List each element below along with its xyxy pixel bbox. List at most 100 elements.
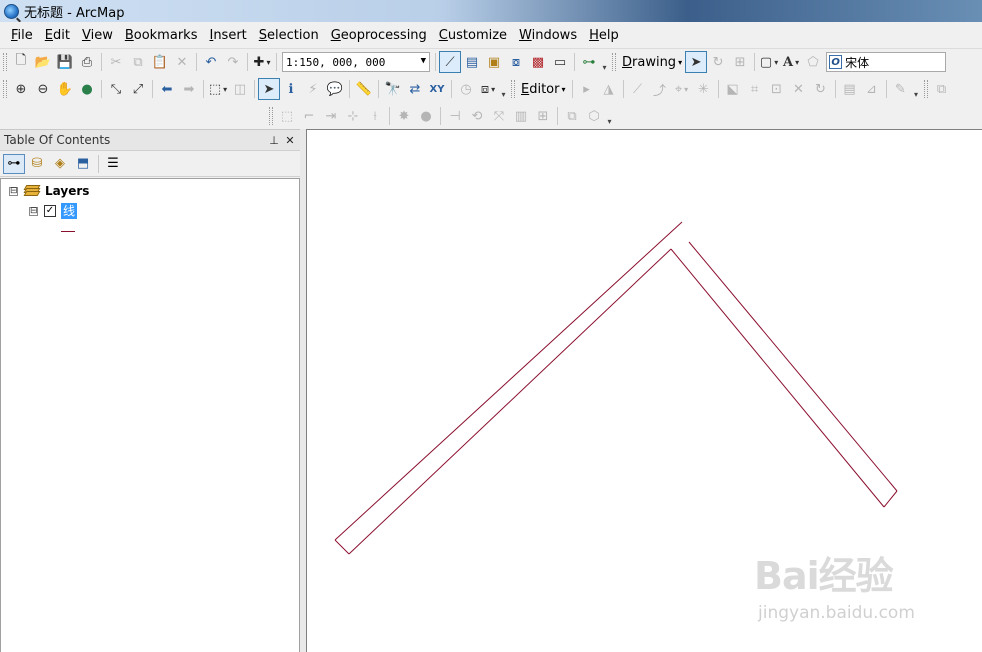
copy-features-icon[interactable]: ⬚ xyxy=(276,105,298,127)
straight-segment-icon[interactable]: ⟋ xyxy=(627,78,649,100)
select-features-icon[interactable]: ⬚ ▾ xyxy=(207,78,229,100)
open-folder-icon[interactable]: 📂 xyxy=(32,51,54,73)
editor-toolbar-icon[interactable]: ⟋ xyxy=(439,51,461,73)
split-icon[interactable]: ✕ xyxy=(788,78,810,100)
fixed-zoom-out-icon[interactable]: ⤢ xyxy=(127,78,149,100)
modelbuilder-icon[interactable]: ⊶ xyxy=(578,51,600,73)
cut-icon[interactable]: ✂ xyxy=(105,51,127,73)
go-to-xy-icon[interactable]: XY xyxy=(426,78,448,100)
select-elements-pointer-icon[interactable]: ➤ xyxy=(258,78,280,100)
new-document-icon[interactable]: 🗋 xyxy=(10,51,32,73)
chevron-down-icon[interactable]: ▼ xyxy=(421,56,426,66)
list-by-drawing-order-icon[interactable]: ⊶ xyxy=(3,153,25,174)
edit-tool-icon[interactable]: ▸ xyxy=(576,78,598,100)
toc-window-icon[interactable]: ▤ xyxy=(461,51,483,73)
menu-customize[interactable]: Customize xyxy=(433,28,513,43)
html-popup-icon[interactable]: 💬 xyxy=(324,78,346,100)
line-feature-right-end[interactable] xyxy=(883,490,898,508)
point-icon[interactable]: ✳ xyxy=(693,78,715,100)
toolbar-overflow-icon[interactable]: ▾ xyxy=(605,106,614,126)
undo-icon[interactable]: ↶ xyxy=(200,51,222,73)
forward-extent-icon[interactable]: ➡ xyxy=(178,78,200,100)
attributes-icon[interactable]: ▤ xyxy=(839,78,861,100)
align-edge-icon[interactable]: ⊣ xyxy=(444,105,466,127)
map-canvas[interactable] xyxy=(307,130,982,652)
line-feature-right-inner[interactable] xyxy=(670,248,885,508)
generalize-icon[interactable]: ⤧ xyxy=(488,105,510,127)
time-slider-icon[interactable]: ◷ xyxy=(455,78,477,100)
list-by-visibility-icon[interactable]: ◈ xyxy=(49,154,71,174)
create-features-icon[interactable]: ✎ xyxy=(890,78,912,100)
full-extent-globe-icon[interactable]: ● xyxy=(76,78,98,100)
toolbar-overflow-icon[interactable]: ▾ xyxy=(912,79,921,99)
toolbar-grip[interactable] xyxy=(3,80,7,98)
zoom-to-selected-elements-icon[interactable]: ⊞ xyxy=(729,51,751,73)
paste-icon[interactable]: 📋 xyxy=(149,51,171,73)
construct-polygons-icon[interactable]: ⧉ xyxy=(561,105,583,127)
arctoolbox-icon[interactable]: ▩ xyxy=(527,51,549,73)
layer-name-label[interactable]: 线 xyxy=(61,203,78,219)
add-data-icon[interactable]: ✚ ▾ xyxy=(251,51,273,73)
menu-help[interactable]: Help xyxy=(583,28,625,43)
smooth-icon[interactable]: ▥ xyxy=(510,105,532,127)
toolbar-grip[interactable] xyxy=(923,80,928,98)
menu-edit[interactable]: Edit xyxy=(39,28,76,43)
reshape-icon[interactable]: ⌗ xyxy=(744,78,766,100)
drawing-menu-button[interactable]: Drawing ▾ xyxy=(619,51,685,73)
trace-icon[interactable]: ⌖ ▾ xyxy=(671,78,693,100)
extend-icon[interactable]: ⇥ xyxy=(320,105,342,127)
line-intersection-icon[interactable]: ⟊ xyxy=(364,105,386,127)
hyperlink-icon[interactable]: ⚡ xyxy=(302,78,324,100)
fixed-zoom-in-icon[interactable]: ⤡ xyxy=(105,78,127,100)
trim-icon[interactable]: ⊹ xyxy=(342,105,364,127)
menu-selection[interactable]: Selection xyxy=(253,28,325,43)
menu-view[interactable]: View xyxy=(76,28,119,43)
line-feature-left-outer[interactable] xyxy=(334,221,683,541)
construct-circle-icon[interactable]: ● xyxy=(415,105,437,127)
cut-polygons-icon[interactable]: ⊡ xyxy=(766,78,788,100)
python-window-icon[interactable]: ▭ xyxy=(549,51,571,73)
menu-file[interactable]: File xyxy=(5,28,39,43)
buffer-icon[interactable]: ⬡ xyxy=(583,105,605,127)
menu-insert[interactable]: Insert xyxy=(203,28,252,43)
tree-row-layer[interactable]: ⊟ ✓ 线 xyxy=(29,202,78,220)
pin-icon[interactable]: ⊥ xyxy=(268,134,280,147)
sketch-properties-icon[interactable]: ⊿ xyxy=(861,78,883,100)
list-by-source-icon[interactable]: ⛁ xyxy=(26,154,48,174)
font-combobox[interactable]: O 宋体 xyxy=(826,52,947,72)
menu-geoprocessing[interactable]: Geoprocessing xyxy=(325,28,433,43)
delete-icon[interactable]: ✕ xyxy=(171,51,193,73)
end-point-arc-icon[interactable]: ⤴ xyxy=(649,78,671,100)
redo-icon[interactable]: ↷ xyxy=(222,51,244,73)
line-feature-right-outer[interactable] xyxy=(688,241,898,492)
search-window-icon[interactable]: ⧇ xyxy=(505,51,527,73)
tree-row-layers[interactable]: ⊟ Layers xyxy=(9,182,89,200)
back-extent-icon[interactable]: ⬅ xyxy=(156,78,178,100)
editor-menu-button[interactable]: Editor ▾ xyxy=(518,78,569,100)
toolbar-grip[interactable] xyxy=(269,107,273,125)
explode-icon[interactable]: ✸ xyxy=(393,105,415,127)
layer-visibility-checkbox[interactable]: ✓ xyxy=(44,205,56,217)
menu-windows[interactable]: Windows xyxy=(513,28,583,43)
new-text-icon[interactable]: A ▾ xyxy=(780,51,802,73)
zoom-in-icon[interactable]: ⊕ xyxy=(10,78,32,100)
extra-tool-icon[interactable]: ⧉ xyxy=(931,78,953,100)
measure-icon[interactable]: 📏 xyxy=(353,78,375,100)
line-feature-left-inner[interactable] xyxy=(348,248,672,555)
line-feature-left-end[interactable] xyxy=(334,539,350,555)
clear-selection-icon[interactable]: ◫ xyxy=(229,78,251,100)
edit-annotation-icon[interactable]: ◮ xyxy=(598,78,620,100)
toolbar-grip[interactable] xyxy=(612,53,616,71)
catalog-window-icon[interactable]: ▣ xyxy=(483,51,505,73)
find-route-icon[interactable]: ⇄ xyxy=(404,78,426,100)
zoom-out-icon[interactable]: ⊖ xyxy=(32,78,54,100)
toolbar-grip[interactable] xyxy=(3,53,7,71)
copy-icon[interactable]: ⧉ xyxy=(127,51,149,73)
close-icon[interactable]: ✕ xyxy=(284,134,296,147)
map-display[interactable] xyxy=(306,129,982,652)
edit-vertices-icon[interactable]: ⬠ xyxy=(802,51,824,73)
rotate-icon[interactable]: ↻ xyxy=(707,51,729,73)
fillet-icon[interactable]: ⌐ xyxy=(298,105,320,127)
collapse-icon[interactable]: ⊟ xyxy=(9,186,18,196)
collapse-icon[interactable]: ⊟ xyxy=(29,206,38,216)
